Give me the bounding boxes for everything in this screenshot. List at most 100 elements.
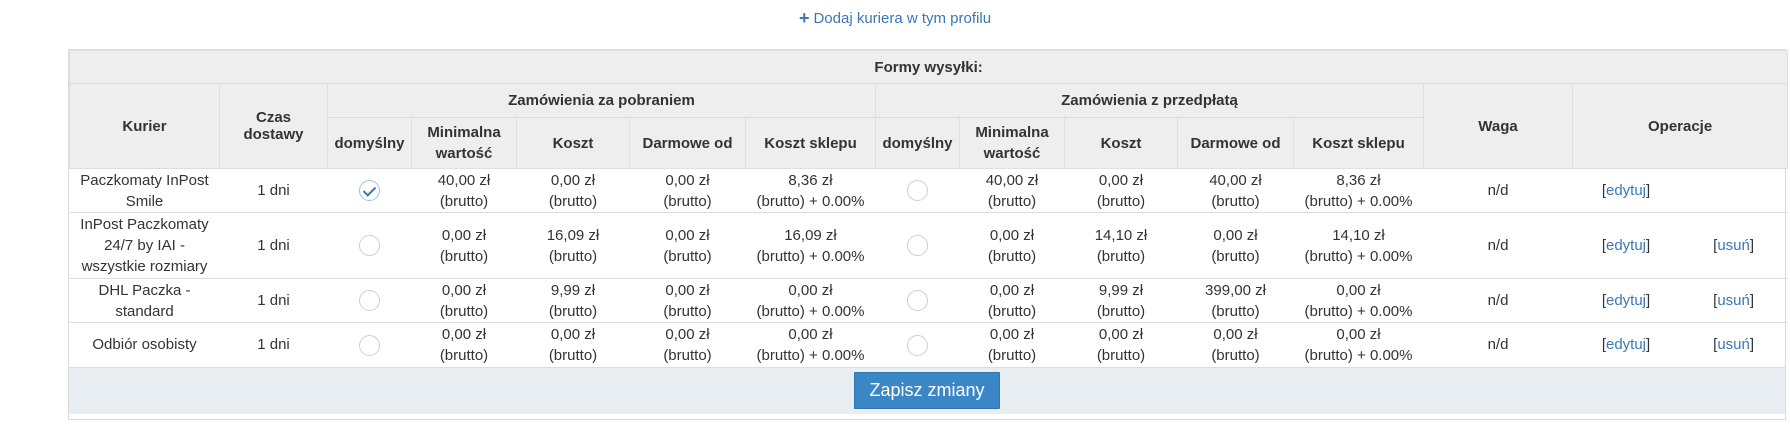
add-courier-row: + Dodaj kuriera w tym profilu	[0, 8, 1790, 29]
cod-min-value: 40,00 zł (brutto)	[411, 168, 517, 213]
shipping-panel: Formy wysyłki: Kurier Czas dostawy Zamów…	[68, 49, 1789, 420]
col-cod-default: domyślny	[327, 117, 412, 169]
remove-link[interactable]: [usuń]	[1713, 237, 1754, 254]
pre-default-radio[interactable]	[907, 235, 928, 257]
col-pre-free-from: Darmowe od	[1177, 117, 1294, 169]
edit-cell: [edytuj]	[1572, 212, 1680, 279]
table-row: Paczkomaty InPost Smile 1 dni 40,00 zł (bru…	[69, 168, 1788, 213]
edit-cell: [edytuj]	[1572, 278, 1680, 323]
remove-link[interactable]: [usuń]	[1713, 336, 1754, 353]
edit-link[interactable]: [edytuj]	[1602, 292, 1650, 309]
cod-shop-cost: 16,09 zł (brutto) + 0.00%	[745, 212, 876, 279]
shipping-table: Formy wysyłki: Kurier Czas dostawy Zamów…	[68, 50, 1789, 367]
add-courier-link[interactable]: Dodaj kuriera w tym profilu	[813, 10, 991, 27]
cod-free-from: 0,00 zł (brutto)	[629, 212, 746, 279]
pre-min-value: 0,00 zł (brutto)	[959, 212, 1065, 279]
cod-shop-cost: 0,00 zł (brutto) + 0.00%	[745, 322, 876, 367]
pre-free-from: 0,00 zł (brutto)	[1177, 212, 1294, 279]
col-cod-free-from: Darmowe od	[629, 117, 746, 169]
weight: n/d	[1423, 168, 1573, 213]
edit-cell: [edytuj]	[1572, 168, 1680, 213]
save-changes-button[interactable]: Zapisz zmiany	[854, 372, 1000, 409]
courier-name: Odbiór osobisty	[69, 322, 220, 367]
table-title: Formy wysyłki:	[68, 50, 1789, 84]
edit-link[interactable]: [edytuj]	[1602, 336, 1650, 353]
col-pre-shop-cost: Koszt sklepu	[1293, 117, 1424, 169]
cod-default-cell	[327, 322, 412, 367]
delivery-time: 1 dni	[219, 212, 328, 279]
cod-cost: 0,00 zł (brutto)	[516, 322, 630, 367]
remove-link[interactable]: [usuń]	[1713, 292, 1754, 309]
col-pre-min-value: Minimalna wartość	[959, 117, 1065, 169]
pre-shop-cost: 14,10 zł (brutto) + 0.00%	[1293, 212, 1424, 279]
pre-shop-cost: 0,00 zł (brutto) + 0.00%	[1293, 322, 1424, 367]
table-footer: Zapisz zmiany	[69, 366, 1785, 414]
cod-free-from: 0,00 zł (brutto)	[629, 322, 746, 367]
table-row: Odbiór osobisty 1 dni 0,00 zł (brutto) 0,00 …	[69, 322, 1788, 367]
col-delivery-time: Czas dostawy	[219, 83, 328, 169]
table-row: DHL Paczka - standard 1 dni 0,00 zł (brutto…	[69, 278, 1788, 323]
cod-cost: 16,09 zł (brutto)	[516, 212, 630, 279]
remove-cell: [usuń]	[1679, 212, 1788, 279]
pre-free-from: 0,00 zł (brutto)	[1177, 322, 1294, 367]
pre-min-value: 40,00 zł (brutto)	[959, 168, 1065, 213]
weight: n/d	[1423, 322, 1573, 367]
cod-min-value: 0,00 zł (brutto)	[411, 212, 517, 279]
edit-cell: [edytuj]	[1572, 322, 1680, 367]
cod-min-value: 0,00 zł (brutto)	[411, 322, 517, 367]
pre-shop-cost: 0,00 zł (brutto) + 0.00%	[1293, 278, 1424, 323]
cod-default-cell	[327, 278, 412, 323]
col-cod-shop-cost: Koszt sklepu	[745, 117, 876, 169]
weight: n/d	[1423, 278, 1573, 323]
pre-min-value: 0,00 zł (brutto)	[959, 322, 1065, 367]
pre-free-from: 40,00 zł (brutto)	[1177, 168, 1294, 213]
weight: n/d	[1423, 212, 1573, 279]
courier-name: DHL Paczka - standard	[69, 278, 220, 323]
edit-link[interactable]: [edytuj]	[1602, 237, 1650, 254]
col-pre-default: domyślny	[875, 117, 960, 169]
pre-shop-cost: 8,36 zł (brutto) + 0.00%	[1293, 168, 1424, 213]
cod-default-radio[interactable]	[359, 180, 380, 202]
cod-default-cell	[327, 212, 412, 279]
cod-shop-cost: 8,36 zł (brutto) + 0.00%	[745, 168, 876, 213]
pre-cost: 14,10 zł (brutto)	[1064, 212, 1178, 279]
cod-default-cell	[327, 168, 412, 213]
col-pre-cost: Koszt	[1064, 117, 1178, 169]
remove-cell	[1679, 168, 1788, 213]
cod-default-radio[interactable]	[359, 290, 380, 312]
col-courier: Kurier	[69, 83, 220, 169]
edit-link[interactable]: [edytuj]	[1602, 182, 1650, 199]
delivery-time: 1 dni	[219, 322, 328, 367]
pre-default-radio[interactable]	[907, 334, 928, 356]
pre-default-cell	[875, 322, 960, 367]
plus-icon[interactable]: +	[799, 8, 810, 29]
cod-free-from: 0,00 zł (brutto)	[629, 168, 746, 213]
pre-cost: 0,00 zł (brutto)	[1064, 322, 1178, 367]
cod-cost: 9,99 zł (brutto)	[516, 278, 630, 323]
pre-default-cell	[875, 168, 960, 213]
pre-default-radio[interactable]	[907, 180, 928, 202]
pre-default-cell	[875, 278, 960, 323]
pre-free-from: 399,00 zł (brutto)	[1177, 278, 1294, 323]
courier-name: Paczkomaty InPost Smile	[69, 168, 220, 213]
cod-default-radio[interactable]	[359, 334, 380, 356]
cod-free-from: 0,00 zł (brutto)	[629, 278, 746, 323]
col-weight: Waga	[1423, 83, 1573, 169]
delivery-time: 1 dni	[219, 278, 328, 323]
col-cod-cost: Koszt	[516, 117, 630, 169]
pre-default-radio[interactable]	[907, 290, 928, 312]
col-cod-min-value: Minimalna wartość	[411, 117, 517, 169]
pre-cost: 9,99 zł (brutto)	[1064, 278, 1178, 323]
pre-min-value: 0,00 zł (brutto)	[959, 278, 1065, 323]
table-body: Paczkomaty InPost Smile 1 dni 40,00 zł (bru…	[69, 168, 1788, 367]
cod-min-value: 0,00 zł (brutto)	[411, 278, 517, 323]
cod-default-radio[interactable]	[359, 235, 380, 257]
group-prepaid: Zamówienia z przedpłatą	[875, 83, 1424, 118]
pre-cost: 0,00 zł (brutto)	[1064, 168, 1178, 213]
cod-cost: 0,00 zł (brutto)	[516, 168, 630, 213]
table-row: InPost Paczkomaty 24/7 by IAI - wszystki…	[69, 212, 1788, 279]
remove-cell: [usuń]	[1679, 322, 1788, 367]
remove-cell: [usuń]	[1679, 278, 1788, 323]
cod-shop-cost: 0,00 zł (brutto) + 0.00%	[745, 278, 876, 323]
group-cod: Zamówienia za pobraniem	[327, 83, 876, 118]
